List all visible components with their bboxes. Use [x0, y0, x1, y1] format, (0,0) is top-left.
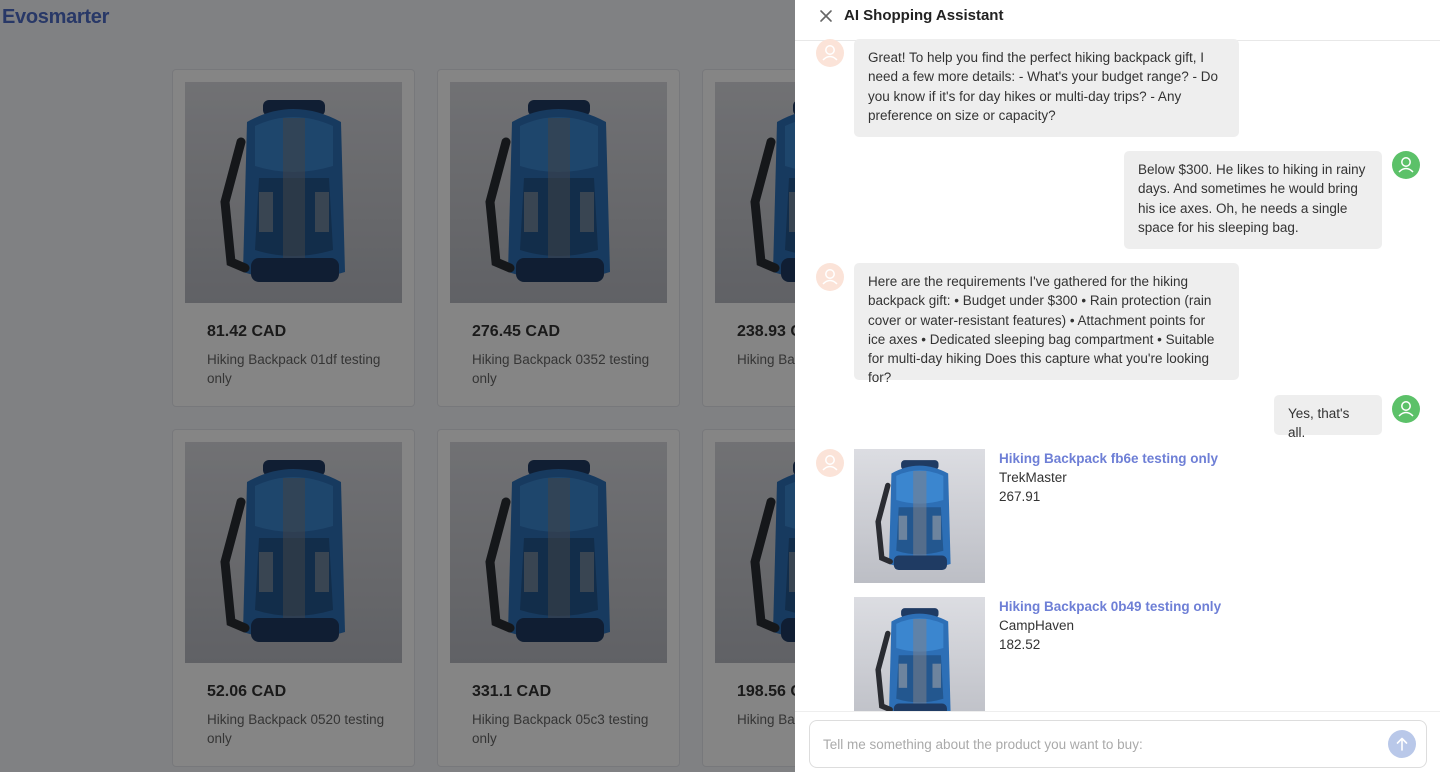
recommended-product-price: 267.91 — [999, 489, 1041, 504]
person-icon — [822, 455, 838, 471]
recommended-product-image[interactable] — [854, 597, 985, 711]
recommended-product[interactable]: Hiking Backpack fb6e testing only TrekMa… — [854, 449, 1374, 584]
user-message: Below $300. He likes to hiking in rainy … — [1124, 151, 1382, 249]
backpack-image — [875, 608, 951, 711]
user-avatar — [1392, 395, 1420, 423]
chat-title: AI Shopping Assistant — [844, 7, 1004, 24]
chat-header: AI Shopping Assistant — [795, 0, 1440, 41]
arrow-up-icon — [1396, 737, 1408, 751]
user-avatar — [1392, 151, 1420, 179]
assistant-avatar — [816, 39, 844, 67]
recommended-product-brand: CampHaven — [999, 618, 1075, 633]
recommended-product[interactable]: Hiking Backpack 0b49 testing only CampHa… — [854, 597, 1374, 711]
person-icon — [822, 45, 838, 61]
assistant-message: Here are the requirements I've gathered … — [854, 263, 1239, 385]
recommended-product-title[interactable]: Hiking Backpack fb6e testing only — [999, 451, 1218, 466]
recommended-product-price: 182.52 — [999, 637, 1041, 652]
assistant-message: Great! To help you find the perfect hiki… — [854, 39, 1239, 137]
user-message: Yes, that's all. — [1274, 395, 1382, 440]
chat-input-bar — [795, 711, 1440, 772]
person-icon — [1398, 157, 1414, 173]
chat-input[interactable] — [809, 720, 1427, 768]
chat-panel: AI Shopping Assistant Great! To help you… — [795, 0, 1440, 772]
person-icon — [1398, 401, 1414, 417]
recommended-product-title[interactable]: Hiking Backpack 0b49 testing only — [999, 599, 1221, 614]
assistant-avatar — [816, 449, 844, 477]
close-icon[interactable] — [817, 7, 835, 25]
assistant-avatar — [816, 263, 844, 291]
person-icon — [822, 269, 838, 285]
backpack-image — [875, 460, 951, 571]
recommended-product-image[interactable] — [854, 449, 985, 583]
send-button[interactable] — [1388, 730, 1416, 758]
recommended-product-brand: TrekMaster — [999, 470, 1067, 485]
